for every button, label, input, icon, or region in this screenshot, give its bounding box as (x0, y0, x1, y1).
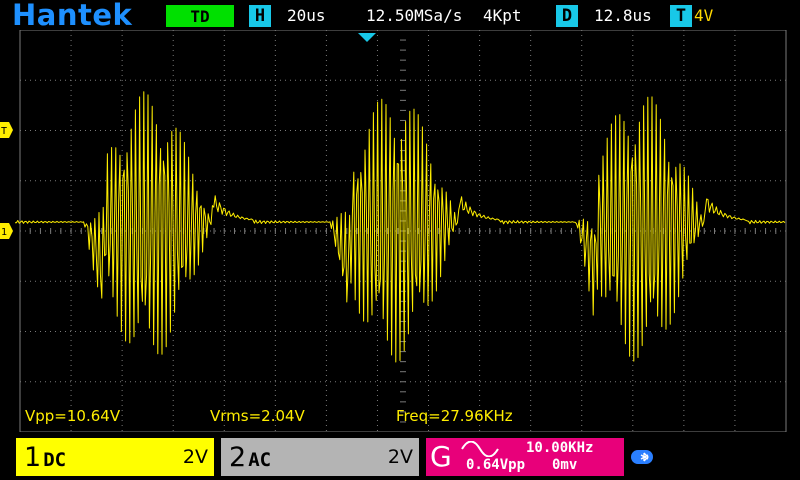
channel1-ground-marker-label: 1 (1, 227, 7, 238)
measurement-freq: Freq=27.96KHz (396, 407, 513, 425)
generator-button[interactable]: G 10.00KHz 0.64Vpp 0mv (426, 438, 624, 476)
generator-offset: 0mv (552, 457, 578, 473)
trigger-level-marker[interactable]: T (0, 122, 13, 138)
channel1-number: 1 (24, 441, 42, 473)
run-mode-badge[interactable]: TD (166, 5, 234, 27)
sample-rate: 12.50MSa/s (366, 6, 463, 25)
timebase-value: 20us (287, 6, 326, 25)
channel2-label: 2 AC (229, 442, 271, 473)
memory-depth: 4Kpt (483, 6, 522, 25)
generator-amplitude: 0.64Vpp (466, 457, 526, 473)
generator-letter: G (430, 440, 452, 473)
measurement-vpp: Vpp=10.64V (25, 407, 121, 425)
delay-badge[interactable]: D (556, 5, 578, 27)
scope-canvas: T 1 (0, 30, 787, 432)
channel2-volts-div: 2V (387, 446, 413, 468)
measurement-vrms: Vrms=2.04V (210, 407, 305, 425)
channel1-button[interactable]: 1 DC 2V (16, 438, 214, 476)
brand-logo: Hantek (12, 0, 133, 32)
channel1-coupling: DC (43, 448, 67, 471)
trigger-level: 4V (694, 6, 714, 25)
timebase-badge[interactable]: H (249, 5, 271, 27)
channel2-button[interactable]: 2 AC 2V (221, 438, 419, 476)
usb-bluetooth-icon (631, 450, 653, 464)
channel1-ground-marker[interactable]: 1 (0, 223, 13, 239)
channel1-label: 1 DC (24, 442, 66, 473)
delay-value: 12.8us (594, 6, 652, 25)
channel-bar: 1 DC 2V 2 AC 2V G 10.00KHz 0.64Vpp 0mv (0, 434, 800, 480)
waveform-display[interactable]: T 1 (0, 30, 800, 432)
trigger-badge[interactable]: T (670, 5, 692, 27)
trigger-level-marker-label: T (1, 126, 7, 137)
channel1-trace (15, 91, 786, 363)
channel2-number: 2 (229, 441, 247, 473)
channel2-coupling: AC (248, 448, 272, 471)
status-bar: Hantek TD H 20us 12.50MSa/s 4Kpt D 12.8u… (0, 0, 800, 32)
sine-wave-icon (461, 441, 499, 457)
generator-frequency: 10.00KHz (526, 440, 594, 456)
channel1-volts-div: 2V (182, 446, 208, 468)
trigger-position-marker[interactable] (358, 33, 376, 42)
